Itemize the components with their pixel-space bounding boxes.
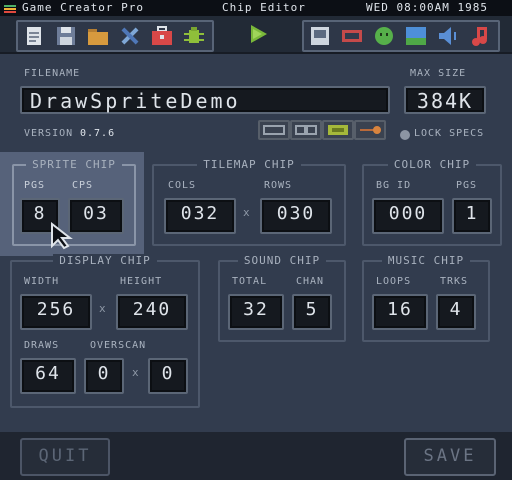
sound-total-label: TOTAL xyxy=(232,276,268,287)
tools-icon[interactable] xyxy=(118,24,142,48)
key-icon xyxy=(360,126,381,134)
bug-icon[interactable] xyxy=(182,24,206,48)
mouse-cursor-icon xyxy=(51,222,73,250)
color-chip-title: COLOR CHIP xyxy=(387,158,477,171)
display-draws-label: DRAWS xyxy=(24,340,60,351)
music-loops-input[interactable]: 16 xyxy=(372,294,428,330)
clock: WED 08:00AM 1985 xyxy=(366,1,488,14)
tilemap-cols-label: COLS xyxy=(168,180,197,191)
tilemap-cols-input[interactable]: 032 xyxy=(164,198,236,234)
display-overscan-label: OVERSCAN xyxy=(90,340,147,351)
color-bgid-label: BG ID xyxy=(376,180,412,191)
color-pgs-label: PGS xyxy=(456,180,478,191)
sprite-pgs-label: PGS xyxy=(24,180,46,191)
display-overscan-y-input[interactable]: 0 xyxy=(148,358,188,394)
music-icon[interactable] xyxy=(468,24,492,48)
sound-icon[interactable] xyxy=(436,24,460,48)
template-handheld-button[interactable] xyxy=(290,120,322,140)
toolbar xyxy=(0,16,512,54)
console-icon xyxy=(263,125,285,135)
sound-chan-label: CHAN xyxy=(296,276,325,287)
music-chip-title: MUSIC CHIP xyxy=(381,254,471,267)
lock-specs-label: LOCK SPECS xyxy=(414,128,485,139)
tilemap-chip-title: TILEMAP CHIP xyxy=(197,158,301,171)
filename-label: FILENAME xyxy=(24,68,81,79)
lock-specs-toggle[interactable] xyxy=(400,130,410,140)
music-loops-label: LOOPS xyxy=(376,276,412,287)
new-file-icon[interactable] xyxy=(22,24,46,48)
display-times-sign: x xyxy=(99,302,106,315)
save-disk-icon[interactable] xyxy=(54,24,78,48)
stripes-logo-icon xyxy=(4,5,16,13)
color-pgs-input[interactable]: 1 xyxy=(452,198,492,234)
music-trks-input[interactable]: 4 xyxy=(436,294,476,330)
menu-bar: Game Creator Pro Chip Editor WED 08:00AM… xyxy=(0,0,512,16)
tilemap-rows-input[interactable]: 030 xyxy=(260,198,332,234)
toolbox-icon[interactable] xyxy=(150,24,174,48)
template-console-button[interactable] xyxy=(258,120,290,140)
quit-button[interactable]: QUIT xyxy=(20,438,110,476)
sound-total-input[interactable]: 32 xyxy=(228,294,284,330)
save-button[interactable]: SAVE xyxy=(404,438,496,476)
filename-input[interactable]: DrawSpriteDemo xyxy=(20,86,390,114)
display-draws-input[interactable]: 64 xyxy=(20,358,76,394)
sprite-chip-title: SPRITE CHIP xyxy=(26,158,122,171)
version-value: 0.7.6 xyxy=(80,128,116,139)
toolbar-group-chips xyxy=(302,20,500,52)
display-chip-title: DISPLAY CHIP xyxy=(53,254,157,267)
map-icon[interactable] xyxy=(404,24,428,48)
screen-icon[interactable] xyxy=(340,24,364,48)
template-cartridge-button[interactable] xyxy=(322,120,354,140)
cartridge-icon xyxy=(328,125,348,135)
tilemap-rows-label: ROWS xyxy=(264,180,293,191)
template-key-button[interactable] xyxy=(354,120,386,140)
display-width-input[interactable]: 256 xyxy=(20,294,92,330)
display-width-label: WIDTH xyxy=(24,276,60,287)
max-size-input[interactable]: 384K xyxy=(404,86,486,114)
max-size-label: MAX SIZE xyxy=(410,68,467,79)
gamepad-icon xyxy=(295,125,317,135)
sound-chip-title: SOUND CHIP xyxy=(237,254,327,267)
computer-icon[interactable] xyxy=(308,24,332,48)
sprite-cps-label: CPS xyxy=(72,180,94,191)
sound-chan-input[interactable]: 5 xyxy=(292,294,332,330)
tilemap-times-sign: x xyxy=(243,206,250,219)
overscan-times-sign: x xyxy=(132,366,139,379)
color-bgid-input[interactable]: 000 xyxy=(372,198,444,234)
display-overscan-x-input[interactable]: 0 xyxy=(84,358,124,394)
toolbar-group-editors xyxy=(16,20,214,52)
window-title: Chip Editor xyxy=(222,1,306,14)
music-trks-label: TRKS xyxy=(440,276,469,287)
play-icon[interactable] xyxy=(246,22,270,46)
display-height-label: HEIGHT xyxy=(120,276,163,287)
display-height-input[interactable]: 240 xyxy=(116,294,188,330)
folder-icon[interactable] xyxy=(86,24,110,48)
app-name[interactable]: Game Creator Pro xyxy=(22,1,144,15)
version-label: VERSION xyxy=(24,128,74,139)
sprite-icon[interactable] xyxy=(372,24,396,48)
